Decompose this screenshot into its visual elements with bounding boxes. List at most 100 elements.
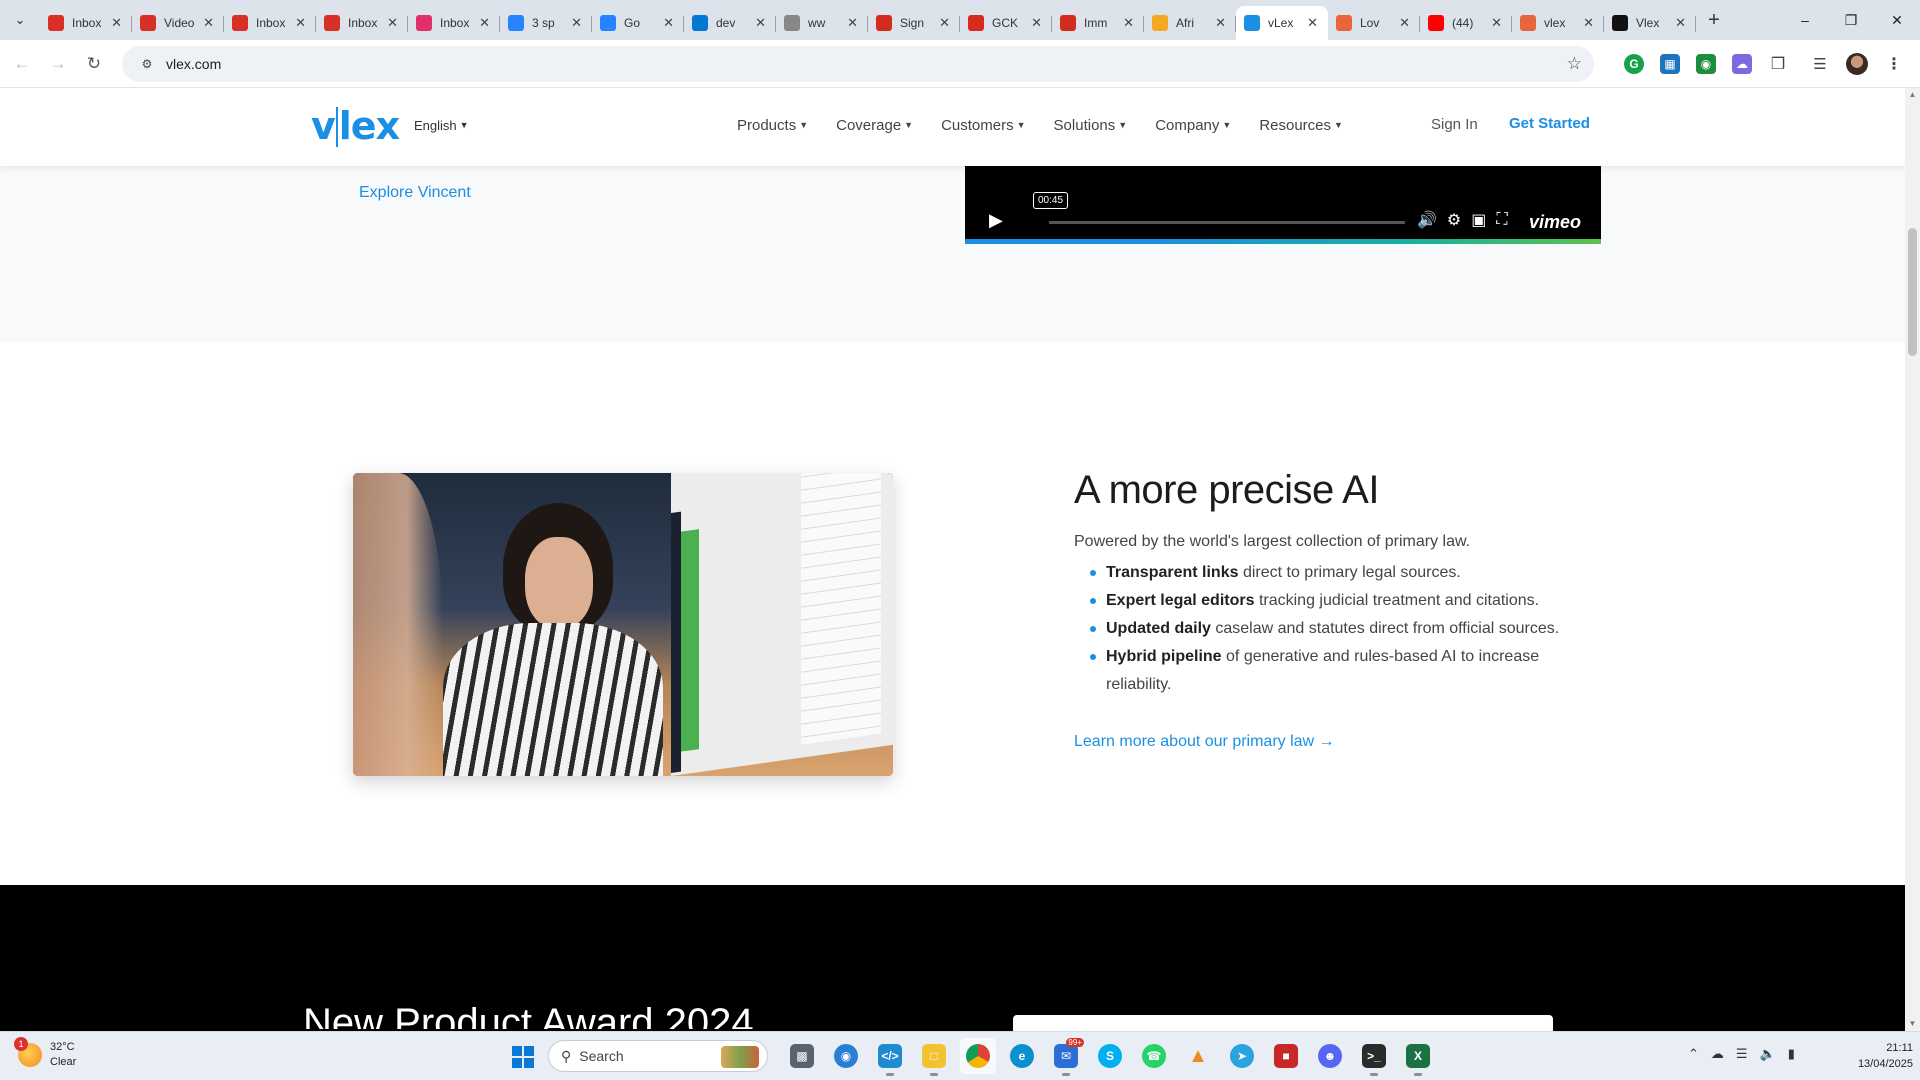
browser-tab[interactable]: Vlex ✕ [1604,7,1696,39]
scroll-up-icon[interactable]: ▲ [1905,88,1920,102]
browser-tab[interactable]: ww ✕ [776,7,868,39]
nav-item-products[interactable]: Products ▼ [737,117,808,134]
vscode-icon[interactable]: </> [872,1038,908,1076]
discord-icon[interactable]: ☻ [1312,1038,1348,1074]
excel-icon[interactable]: X [1400,1038,1436,1076]
browser-tab[interactable]: GCK ✕ [960,7,1052,39]
explore-vincent-link[interactable]: Explore Vincent [359,184,471,202]
tab-close-icon[interactable]: ✕ [1399,15,1410,31]
tab-close-icon[interactable]: ✕ [663,15,674,31]
onedrive-cloud-icon[interactable]: ☁ [1711,1046,1724,1062]
back-arrow-icon[interactable]: ← [4,46,40,82]
browser-tab[interactable]: vLex ✕ [1236,6,1328,40]
extension-blue-icon[interactable]: ▦ [1660,54,1680,74]
nav-item-coverage[interactable]: Coverage ▼ [836,117,913,134]
browser-tab[interactable]: Inbox ✕ [40,7,132,39]
skype-icon[interactable]: S [1092,1038,1128,1074]
wifi-icon[interactable]: ☰ [1736,1046,1748,1062]
copilot-icon[interactable]: ◉ [828,1038,864,1074]
scrollbar-thumb[interactable] [1908,228,1917,356]
pip-icon[interactable]: ▣ [1471,210,1486,230]
url-text[interactable]: vlex.com [166,56,221,72]
extensions-puzzle-icon[interactable]: ❒ [1768,54,1788,74]
tab-close-icon[interactable]: ✕ [295,15,306,31]
tab-close-icon[interactable]: ✕ [111,15,122,31]
tab-search-chevron-icon[interactable]: ⌄ [6,6,34,34]
red-app-icon[interactable]: ■ [1268,1038,1304,1074]
restore-icon[interactable]: ❐ [1828,0,1874,40]
browser-tab[interactable]: Afri ✕ [1144,7,1236,39]
browser-tab[interactable]: Lov ✕ [1328,7,1420,39]
browser-tab[interactable]: dev ✕ [684,7,776,39]
vlex-logo[interactable]: v lex [311,104,400,148]
nav-item-customers[interactable]: Customers ▼ [941,117,1025,134]
settings-gear-icon[interactable]: ⚙ [1447,210,1461,230]
taskbar-search[interactable]: ⚲ Search [548,1040,768,1072]
browser-tab[interactable]: Inbox ✕ [224,7,316,39]
tab-close-icon[interactable]: ✕ [939,15,950,31]
bookmark-star-icon[interactable]: ☆ [1567,54,1582,74]
sign-in-link[interactable]: Sign In [1431,116,1478,133]
browser-tab[interactable]: Go ✕ [592,7,684,39]
tab-close-icon[interactable]: ✕ [387,15,398,31]
profile-avatar[interactable] [1846,53,1868,75]
extension-purple-icon[interactable]: ☁ [1732,54,1752,74]
browser-tab[interactable]: Sign ✕ [868,7,960,39]
language-selector[interactable]: English ▼ [414,118,469,133]
telegram-icon[interactable]: ➤ [1224,1038,1260,1074]
browser-menu-icon[interactable]: ⋮ [1884,54,1904,74]
grammarly-icon[interactable]: G [1624,54,1644,74]
task-view-icon[interactable]: ▩ [784,1038,820,1074]
tab-close-icon[interactable]: ✕ [1675,15,1686,31]
tab-close-icon[interactable]: ✕ [847,15,858,31]
browser-tab[interactable]: vlex ✕ [1512,7,1604,39]
browser-tab[interactable]: Inbox ✕ [408,7,500,39]
play-icon[interactable]: ▶ [989,210,1003,231]
extension-green-icon[interactable]: ◉ [1696,54,1716,74]
browser-tab[interactable]: (44) ✕ [1420,7,1512,39]
page-scrollbar[interactable]: ▲ ▼ [1905,88,1920,1031]
learn-more-primary-law-link[interactable]: Learn more about our primary law → [1074,733,1335,751]
tab-close-icon[interactable]: ✕ [1123,15,1134,31]
terminal-icon[interactable]: >_ [1356,1038,1392,1076]
tab-close-icon[interactable]: ✕ [1215,15,1226,31]
battery-icon[interactable]: ▮ [1788,1046,1795,1062]
media-control-icon[interactable]: ☰ [1810,54,1830,74]
browser-tab[interactable]: Video ✕ [132,7,224,39]
nav-item-solutions[interactable]: Solutions ▼ [1054,117,1128,134]
chrome-icon[interactable] [960,1038,996,1074]
mail-icon[interactable]: ✉ 99+ [1048,1038,1084,1076]
weather-widget[interactable]: 1 32°C Clear [14,1037,76,1070]
fullscreen-icon[interactable]: ⛶ [1496,211,1507,229]
video-seek-bar[interactable] [1049,221,1405,224]
nav-item-resources[interactable]: Resources ▼ [1259,117,1343,134]
close-window-icon[interactable]: ✕ [1874,0,1920,40]
taskbar-clock[interactable]: 21:11 13/04/2025 [1833,1040,1913,1072]
tab-close-icon[interactable]: ✕ [571,15,582,31]
scroll-down-icon[interactable]: ▼ [1905,1017,1920,1031]
minimize-icon[interactable]: – [1782,0,1828,40]
tab-close-icon[interactable]: ✕ [1583,15,1594,31]
edge-icon[interactable]: e [1004,1038,1040,1074]
new-tab-button[interactable]: + [1700,6,1728,34]
reload-icon[interactable]: ↻ [76,46,112,82]
tab-close-icon[interactable]: ✕ [479,15,490,31]
tab-close-icon[interactable]: ✕ [755,15,766,31]
nav-item-company[interactable]: Company ▼ [1155,117,1231,134]
get-started-link[interactable]: Get Started [1509,115,1590,132]
site-info-icon[interactable]: ⚙ [132,57,162,71]
tab-close-icon[interactable]: ✕ [1491,15,1502,31]
address-bar[interactable]: ⚙ vlex.com ☆ [122,46,1594,82]
browser-tab[interactable]: 3 sp ✕ [500,7,592,39]
file-explorer-icon[interactable]: □ [916,1038,952,1076]
windows-start-icon[interactable] [504,1038,540,1074]
tab-close-icon[interactable]: ✕ [203,15,214,31]
browser-tab[interactable]: Inbox ✕ [316,7,408,39]
speaker-icon[interactable]: 🔈 [1760,1046,1776,1062]
tab-close-icon[interactable]: ✕ [1307,15,1318,31]
tray-overflow-chevron-icon[interactable]: ⌃ [1688,1046,1699,1062]
browser-tab[interactable]: Imm ✕ [1052,7,1144,39]
tab-close-icon[interactable]: ✕ [1031,15,1042,31]
volume-icon[interactable]: 🔊 [1417,210,1437,230]
video-player[interactable]: 00:45 ▶ 🔊 ⚙ ▣ ⛶ vimeo [965,166,1601,244]
